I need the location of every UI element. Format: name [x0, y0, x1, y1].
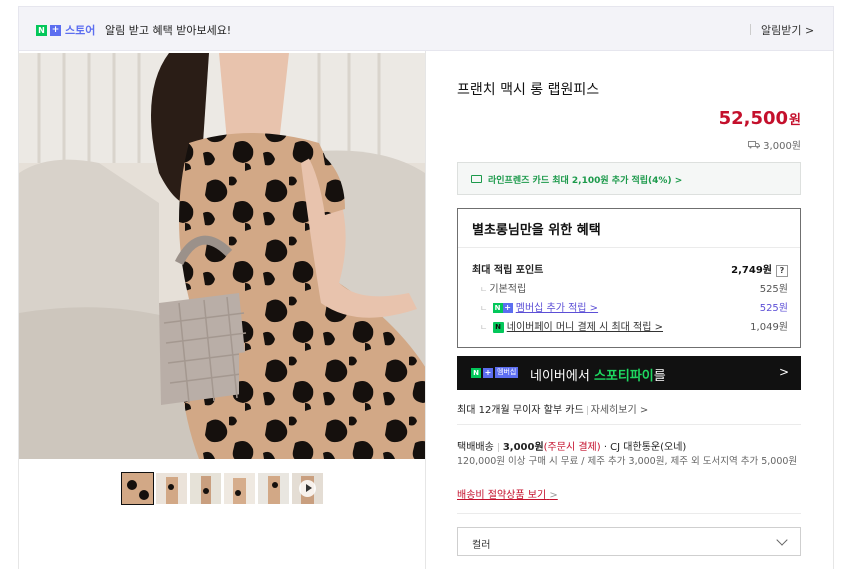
thumbnail[interactable]: [224, 473, 255, 504]
membership-points-link[interactable]: 멤버십 추가 적립 >: [516, 303, 598, 314]
naverpay-points-label-wrap: N 네이버페이 머니 결제 시 최대 적립 >: [480, 318, 663, 333]
installment-text: 최대 12개월 무이자 할부 카드: [457, 405, 584, 416]
divider: [458, 247, 800, 248]
plus-icon: +: [502, 303, 513, 313]
basic-points-row: 기본적립 525원: [472, 280, 788, 296]
max-points-value: 2,749원: [731, 265, 772, 276]
thumbnail-photo-icon: [258, 473, 289, 504]
membership-points-value: 525원: [759, 303, 788, 314]
membership-points-label-wrap: N+ 멤버십 추가 적립 >: [480, 299, 598, 314]
basic-points-value: 525원: [759, 284, 788, 295]
max-points-value-wrap: 2,749원?: [731, 261, 788, 277]
divider: [457, 513, 801, 514]
installment-more-link[interactable]: 자세히보기 >: [591, 405, 649, 416]
spotify-text-suffix: 를: [653, 369, 666, 384]
saving-products-link[interactable]: 배송비 절약상품 보기 >: [457, 486, 558, 501]
naverpay-icon: N: [492, 321, 504, 333]
spotify-banner-text: 네이버에서 스포티파이를: [530, 365, 666, 384]
spotify-text-prefix: 네이버에서: [530, 369, 594, 384]
chevron-right-icon: >: [549, 490, 558, 501]
play-icon: [306, 484, 312, 492]
help-button[interactable]: ?: [776, 265, 788, 277]
truck-icon: [748, 141, 761, 149]
delivery-carrier: · CJ 대한통운(오네): [603, 442, 687, 453]
thumbnail[interactable]: [190, 473, 221, 504]
product-title: 프랜치 맥시 롱 랩원피스: [457, 82, 600, 98]
divider: [586, 405, 588, 415]
max-points-label: 최대 적립 포인트: [472, 265, 544, 276]
video-thumbnail[interactable]: [292, 473, 323, 504]
divider: [497, 442, 499, 452]
plus-icon: +: [483, 367, 493, 378]
membership-badge: N + 멤버십: [471, 367, 519, 378]
spotify-text-highlight: 스포티파이: [593, 369, 654, 384]
divider: [425, 51, 426, 569]
product-photo-icon: [19, 53, 425, 459]
chevron-down-icon: [776, 534, 788, 546]
spotify-membership-banner[interactable]: N + 멤버십 네이버에서 스포티파이를 >: [457, 356, 801, 390]
card-benefit-text: 라인프렌즈 카드 최대 2,100원 추가 적립(4%) >: [488, 176, 683, 186]
benefit-heading: 별초롱님만을 위한 혜택: [472, 223, 601, 238]
price-value: 52,500: [718, 108, 789, 129]
benefit-box: 별초롱님만을 위한 혜택 최대 적립 포인트 2,749원? 기본적립 525원…: [457, 208, 801, 348]
card-benefit-banner[interactable]: 라인프렌즈 카드 최대 2,100원 추가 적립(4%) >: [457, 162, 801, 195]
chevron-right-icon: >: [778, 365, 789, 379]
thumbnail[interactable]: [121, 472, 154, 505]
shipping-fee-value: 3,000원: [763, 141, 801, 152]
credit-card-icon: [471, 175, 482, 183]
delivery-fee: 3,000원: [502, 442, 544, 453]
naverpay-points-link[interactable]: 네이버페이 머니 결제 시 최대 적립 >: [507, 322, 663, 333]
color-option-label: 컬러: [472, 540, 491, 551]
nplus-store-logo: N + 스토어: [36, 22, 95, 38]
divider: [457, 424, 801, 425]
delivery-info: 택배배송 3,000원(주문시 결제) · CJ 대한통운(오네): [457, 438, 801, 453]
thumbnail-photo-icon: [122, 473, 153, 504]
color-option-select[interactable]: 컬러: [457, 527, 801, 556]
thumbnail[interactable]: [156, 473, 187, 504]
delivery-type: 택배배송: [457, 442, 494, 453]
shipping-fee: 3,000원: [748, 137, 801, 152]
membership-points-row: N+ 멤버십 추가 적립 > 525원: [472, 299, 788, 315]
product-main-image[interactable]: [19, 53, 425, 459]
basic-points-label: 기본적립: [480, 280, 526, 295]
n-icon: N: [471, 367, 481, 378]
n-icon: N: [36, 24, 47, 36]
alert-message: 알림 받고 혜택 받아보세요!: [105, 24, 232, 37]
naverpay-points-row: N 네이버페이 머니 결제 시 최대 적립 > 1,049원: [472, 318, 788, 334]
divider: [750, 24, 751, 35]
thumbnail-strip: [121, 472, 323, 505]
product-price: 52,500원: [719, 108, 801, 129]
saving-products-label: 배송비 절약상품 보기: [457, 490, 547, 501]
plus-icon: +: [50, 24, 61, 36]
membership-label: 멤버십: [495, 367, 519, 378]
price-unit: 원: [789, 113, 801, 128]
thumbnail-photo-icon: [156, 473, 187, 504]
thumbnail-photo-icon: [190, 473, 221, 504]
alert-bar: N + 스토어 알림 받고 혜택 받아보세요! 알림받기 >: [18, 6, 834, 51]
store-label: 스토어: [65, 24, 96, 37]
delivery-note: 120,000원 이상 구매 시 무료 / 제주 추가 3,000원, 제주 외…: [457, 456, 798, 467]
delivery-fee-note: (주문시 결제): [543, 442, 601, 453]
thumbnail-photo-icon: [224, 473, 255, 504]
naverpay-points-value: 1,049원: [750, 322, 788, 333]
max-points-row: 최대 적립 포인트 2,749원?: [472, 261, 788, 277]
n-icon: N: [492, 303, 503, 313]
installment-info: 최대 12개월 무이자 할부 카드 자세히보기 >: [457, 401, 648, 416]
thumbnail[interactable]: [258, 473, 289, 504]
alert-subscribe-link[interactable]: 알림받기 >: [761, 22, 814, 38]
